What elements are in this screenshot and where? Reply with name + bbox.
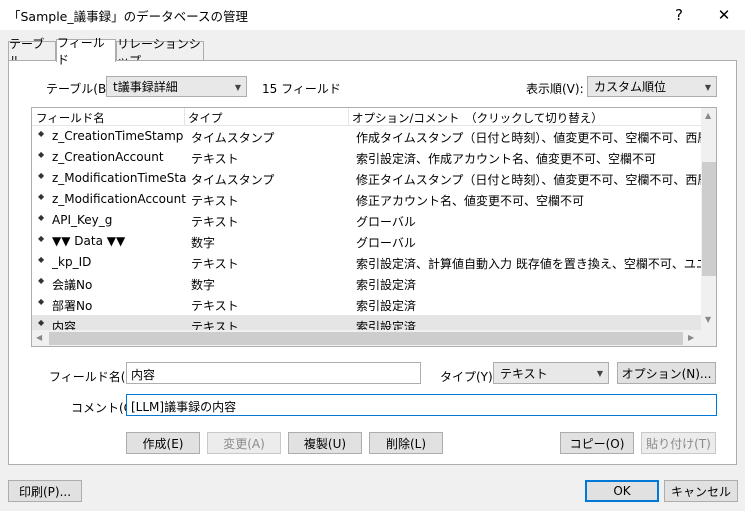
drag-handle-icon[interactable]: ◆ (38, 234, 44, 243)
title-bar: 「Sample_議事録」のデータベースの管理 ? ✕ (0, 0, 745, 30)
row-field-type: テキスト (191, 194, 239, 208)
tab-tables[interactable]: テーブル (8, 37, 56, 68)
row-field-type: タイムスタンプ (191, 173, 275, 187)
sort-label: 表示順(V): (526, 82, 584, 96)
scroll-right-icon[interactable]: ▶ (688, 333, 694, 342)
type-label: タイプ(Y): (440, 370, 497, 384)
row-field-options: 索引設定済、作成アカウント名、値変更不可、空欄不可 (356, 152, 657, 166)
sort-select-value: カスタム順位 (594, 80, 667, 94)
duplicate-button[interactable]: 複製(U) (288, 432, 362, 454)
row-field-options: グローバル (356, 236, 416, 250)
row-field-type: テキスト (191, 152, 239, 166)
table-row[interactable]: ◆ 会議No 数字 索引設定済 (32, 273, 701, 294)
type-select-value: テキスト (500, 366, 548, 381)
table-row[interactable]: ◆ 部署No テキスト 索引設定済 (32, 294, 701, 315)
chevron-down-icon: ▼ (704, 83, 711, 92)
row-field-name: ▼▼ Data ▼▼ (52, 234, 126, 248)
table-row[interactable]: ◆ z_ModificationTimeSta... タイムスタンプ 修正タイム… (32, 168, 701, 189)
drag-handle-icon[interactable]: ◆ (38, 297, 44, 306)
table-row[interactable]: ◆ ▼▼ Data ▼▼ 数字 グローバル (32, 231, 701, 252)
scroll-down-icon[interactable]: ▼ (705, 315, 711, 324)
close-icon[interactable]: ✕ (704, 0, 744, 30)
field-count: 15 フィールド (262, 82, 341, 96)
drag-handle-icon[interactable]: ◆ (38, 150, 44, 159)
cancel-button[interactable]: キャンセル (664, 480, 738, 502)
horizontal-scrollbar[interactable]: ◀ ▶ (32, 330, 716, 346)
create-button[interactable]: 作成(E) (126, 432, 200, 454)
header-field-name[interactable]: フィールド名 (36, 110, 105, 126)
drag-handle-icon[interactable]: ◆ (38, 255, 44, 264)
chevron-down-icon: ▼ (596, 369, 603, 378)
row-field-name: API_Key_g (52, 213, 113, 227)
header-type[interactable]: タイプ (188, 110, 223, 126)
table-select-value: t議事録詳細 (113, 80, 178, 94)
change-button[interactable]: 変更(A) (207, 432, 281, 454)
tab-relationships[interactable]: リレーションシップ (116, 37, 204, 68)
table-row[interactable]: ◆ z_ModificationAccount テキスト 修正アカウント名、値変… (32, 189, 701, 210)
drag-handle-icon[interactable]: ◆ (38, 276, 44, 285)
row-field-name: z_ModificationTimeSta... (52, 171, 187, 185)
scroll-thumb[interactable] (702, 162, 716, 276)
options-button[interactable]: オプション(N)... (617, 362, 716, 384)
drag-handle-icon[interactable]: ◆ (38, 192, 44, 201)
ok-button[interactable]: OK (585, 480, 659, 502)
row-field-name: z_CreationTimeStamp (52, 129, 184, 143)
row-field-type: タイムスタンプ (191, 131, 275, 145)
help-button[interactable]: ? (659, 0, 699, 30)
row-field-type: テキスト (191, 299, 239, 313)
drag-handle-icon[interactable]: ◆ (38, 318, 44, 327)
fields-grid[interactable]: フィールド名 タイプ オプション/コメント （クリックして切り替え） ◆ z_C… (31, 107, 717, 347)
scroll-up-icon[interactable]: ▲ (705, 111, 711, 120)
row-field-options: 索引設定済 (356, 278, 417, 292)
row-field-name: z_CreationAccount (52, 150, 164, 164)
delete-button[interactable]: 削除(L) (369, 432, 443, 454)
scroll-left-icon[interactable]: ◀ (36, 333, 42, 342)
row-field-type: 数字 (191, 236, 216, 250)
table-select[interactable]: t議事録詳細 ▼ (106, 76, 247, 97)
print-button[interactable]: 印刷(P)... (8, 480, 82, 502)
row-field-name: 部署No (52, 299, 93, 313)
drag-handle-icon[interactable]: ◆ (38, 129, 44, 138)
sort-select[interactable]: カスタム順位 ▼ (587, 76, 717, 97)
row-field-options: 作成タイムスタンプ（日付と時刻）、値変更不可、空欄不可、西暦4桁 (356, 131, 701, 145)
grid-header: フィールド名 タイプ オプション/コメント （クリックして切り替え） (32, 108, 702, 126)
row-field-name: _kp_ID (52, 255, 92, 269)
comment-input[interactable]: [LLM]議事録の内容 (126, 394, 717, 416)
table-row[interactable]: ◆ z_CreationTimeStamp タイムスタンプ 作成タイムスタンプ（… (32, 126, 701, 147)
drag-handle-icon[interactable]: ◆ (38, 213, 44, 222)
tab-fields[interactable]: フィールド (56, 36, 116, 67)
chevron-down-icon: ▼ (234, 83, 241, 92)
copy-button[interactable]: コピー(O) (560, 432, 634, 454)
row-field-options: グローバル (356, 215, 416, 229)
field-name-input[interactable]: 内容 (126, 362, 421, 384)
table-label: テーブル(B): (46, 82, 115, 96)
row-field-type: テキスト (191, 215, 239, 229)
vertical-scrollbar[interactable]: ▲ ▼ (701, 108, 716, 330)
type-select[interactable]: テキスト ▼ (493, 362, 609, 384)
row-field-name: z_ModificationAccount (52, 192, 186, 206)
scroll-thumb[interactable] (49, 332, 683, 345)
table-row[interactable]: ◆ z_CreationAccount テキスト 索引設定済、作成アカウント名、… (32, 147, 701, 168)
paste-button[interactable]: 貼り付け(T) (641, 432, 716, 454)
row-field-type: 数字 (191, 278, 216, 292)
drag-handle-icon[interactable]: ◆ (38, 171, 44, 180)
table-row[interactable]: ◆ _kp_ID テキスト 索引設定済、計算値自動入力 既存値を置き換え、空欄不… (32, 252, 701, 273)
header-options[interactable]: オプション/コメント （クリックして切り替え） (352, 110, 603, 126)
window-title: 「Sample_議事録」のデータベースの管理 (8, 9, 248, 24)
row-field-options: 修正タイムスタンプ（日付と時刻）、値変更不可、空欄不可、西暦4桁 (356, 173, 701, 187)
row-field-type: テキスト (191, 257, 239, 271)
row-field-options: 修正アカウント名、値変更不可、空欄不可 (356, 194, 585, 208)
row-field-name: 会議No (52, 278, 93, 292)
row-field-options: 索引設定済、計算値自動入力 既存値を置き換え、空欄不可、ユニーク (356, 257, 701, 271)
table-row[interactable]: ◆ API_Key_g テキスト グローバル (32, 210, 701, 231)
row-field-options: 索引設定済 (356, 299, 417, 313)
